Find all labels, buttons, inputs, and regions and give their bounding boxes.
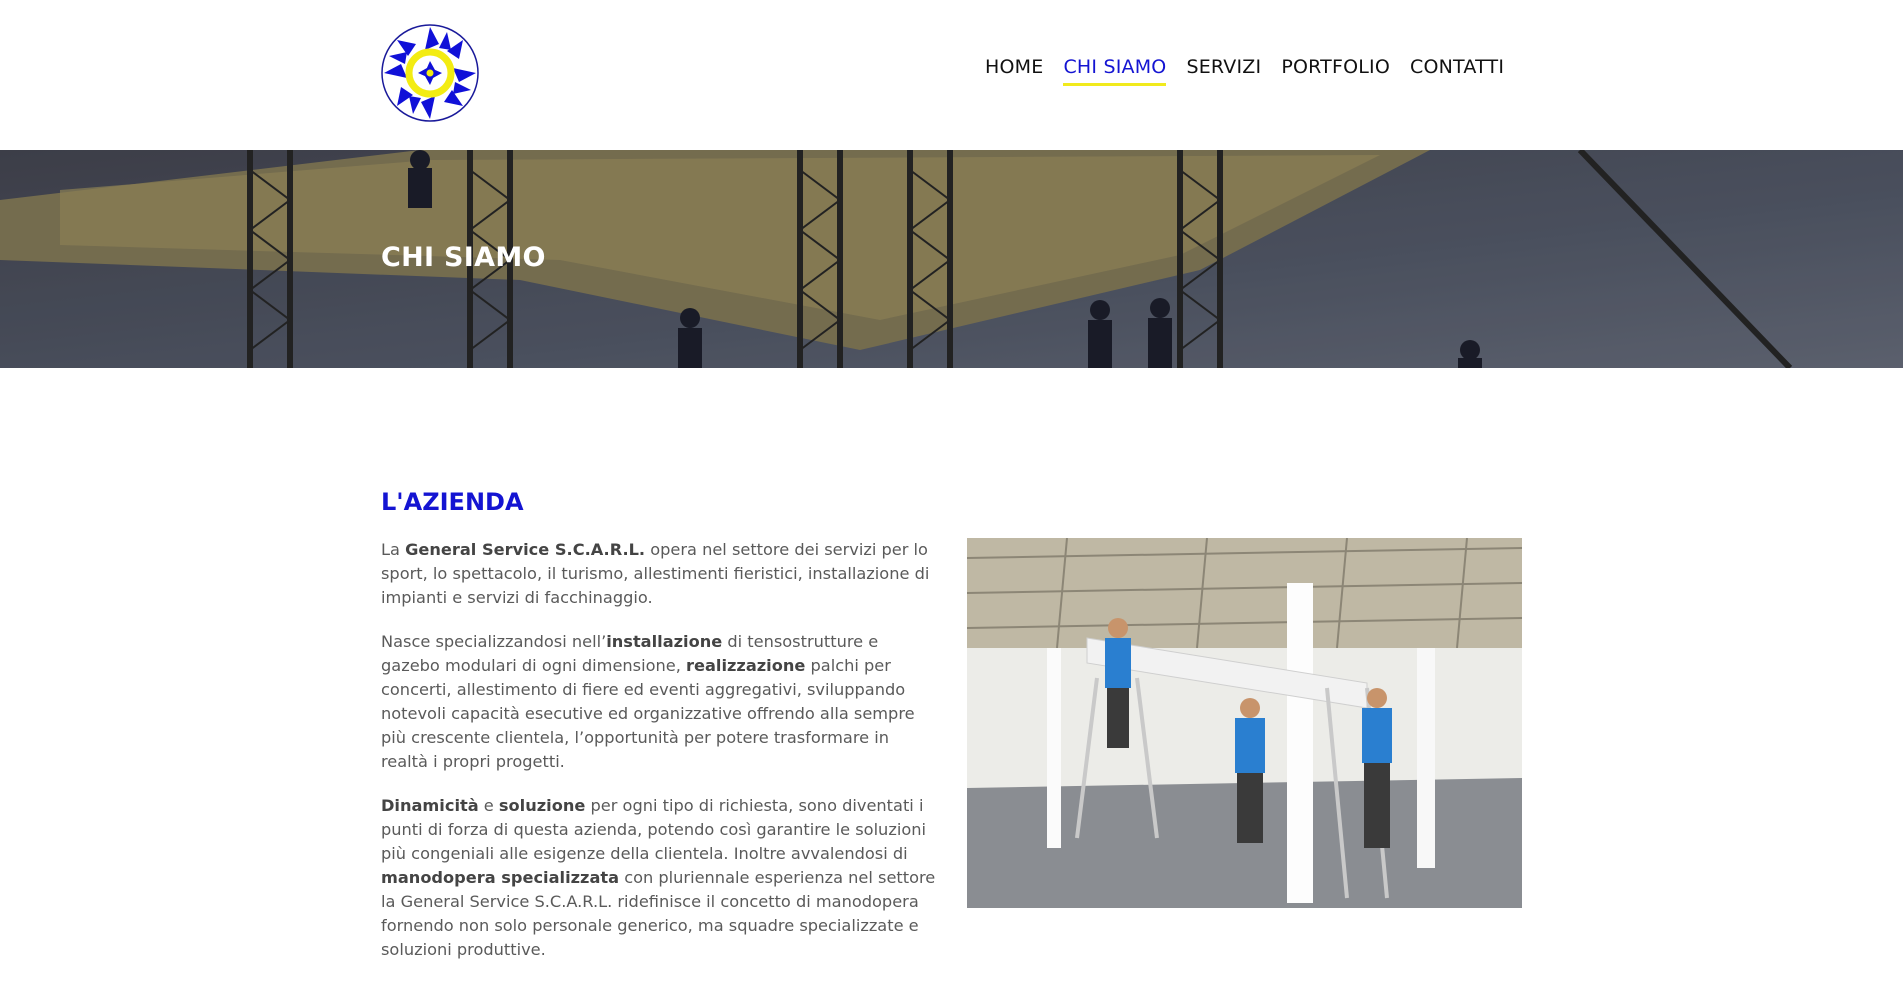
main-nav: HOME CHI SIAMO SERVIZI PORTFOLIO CONTATT… [985, 56, 1504, 86]
text-bold: manodopera specializzata [381, 868, 620, 887]
text-bold: soluzione [498, 796, 586, 815]
text-bold: installazione [606, 632, 723, 651]
photo-image [967, 538, 1522, 908]
nav-home[interactable]: HOME [985, 56, 1043, 86]
section-title: L'AZIENDA [381, 488, 524, 516]
company-logo[interactable] [381, 24, 479, 122]
nav-contatti[interactable]: CONTATTI [1410, 56, 1504, 86]
text-span: e [478, 796, 499, 815]
page-banner: CHI SIAMO [0, 150, 1903, 368]
page-title: CHI SIAMO [381, 242, 546, 273]
nav-portfolio[interactable]: PORTFOLIO [1281, 56, 1390, 86]
site-header: HOME CHI SIAMO SERVIZI PORTFOLIO CONTATT… [0, 0, 1903, 150]
paragraph-1: La General Service S.C.A.R.L. opera nel … [381, 538, 936, 610]
text-span: La [381, 540, 406, 559]
banner-image [0, 150, 1903, 368]
nav-servizi[interactable]: SERVIZI [1186, 56, 1261, 86]
text-bold: Dinamicità [381, 796, 479, 815]
paragraph-3: Dinamicità e soluzione per ogni tipo di … [381, 794, 936, 962]
paragraph-2: Nasce specializzandosi nell’installazion… [381, 630, 936, 774]
logo-icon [381, 24, 479, 122]
team-photo [967, 538, 1522, 908]
text-bold: General Service S.C.A.R.L. [405, 540, 646, 559]
nav-chi-siamo[interactable]: CHI SIAMO [1063, 56, 1167, 86]
text-bold: realizzazione [686, 656, 806, 675]
text-span: Nasce specializzandosi nell’ [381, 632, 607, 651]
about-text: La General Service S.C.A.R.L. opera nel … [381, 538, 936, 982]
